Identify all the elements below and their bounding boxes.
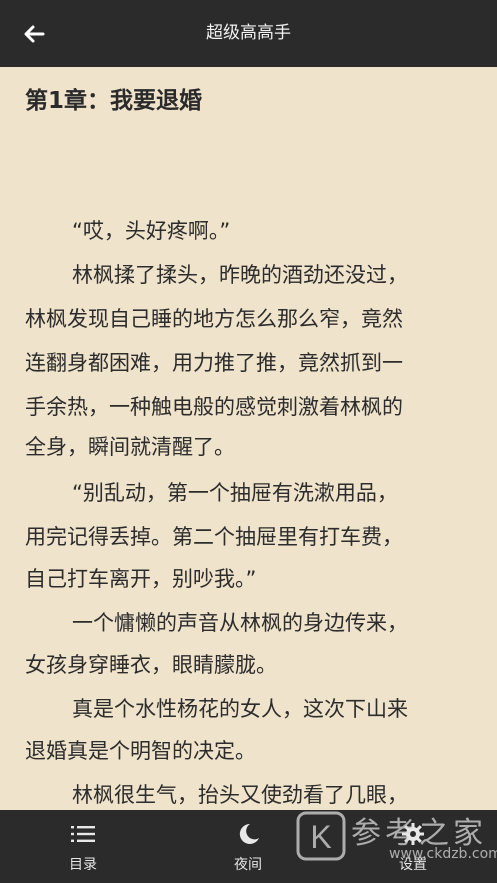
- text-line: “别乱动，第一个抽屉有洗漱用品，: [72, 481, 398, 505]
- arrow-left-icon: [24, 25, 45, 43]
- text-line: 林枫发现自己睡的地方怎么那么窄，竟然: [25, 307, 403, 331]
- bottom-nav: 目录 夜间 设置: [0, 810, 497, 883]
- top-bar: 超级高高手: [0, 0, 497, 67]
- catalog-label: 目录: [69, 857, 97, 873]
- night-label: 夜间: [234, 857, 262, 873]
- night-mode-button[interactable]: 夜间: [188, 810, 308, 883]
- text-line: 全身，瞬间就清醒了。: [25, 435, 235, 459]
- list-icon: [71, 826, 95, 842]
- text-line: “哎，头好疼啊。”: [72, 219, 231, 243]
- text-line: 自己打车离开，别吵我。”: [25, 567, 257, 591]
- moon-icon: [239, 823, 259, 844]
- back-button[interactable]: [14, 14, 54, 54]
- text-line: 连翻身都困难，用力推了推，竟然抓到一: [25, 351, 403, 375]
- text-line: 女孩身穿睡衣，眼睛朦胧。: [25, 653, 277, 677]
- settings-button[interactable]: 设置: [353, 810, 473, 883]
- text-line: 手余热，一种触电般的感觉刺激着林枫的: [25, 395, 403, 419]
- text-line: 用完记得丢掉。第二个抽屉里有打车费，: [25, 525, 403, 549]
- book-title: 超级高高手: [206, 23, 291, 43]
- text-line: 一个慵懒的声音从林枫的身边传来，: [72, 611, 408, 635]
- chapter-title: 第1章：我要退婚: [25, 88, 203, 114]
- text-line: 真是个水性杨花的女人，这次下山来: [72, 697, 408, 721]
- text-line: 退婚真是个明智的决定。: [25, 739, 256, 763]
- catalog-button[interactable]: 目录: [23, 810, 143, 883]
- reading-content[interactable]: 第1章：我要退婚 “哎，头好疼啊。” 林枫揉了揉头，昨晚的酒劲还没过， 林枫发现…: [0, 67, 497, 810]
- text-line: 林枫很生气，抬头又使劲看了几眼，: [72, 783, 408, 807]
- gear-icon: [402, 823, 424, 845]
- text-line: 林枫揉了揉头，昨晚的酒劲还没过，: [72, 263, 408, 287]
- settings-label: 设置: [399, 857, 427, 873]
